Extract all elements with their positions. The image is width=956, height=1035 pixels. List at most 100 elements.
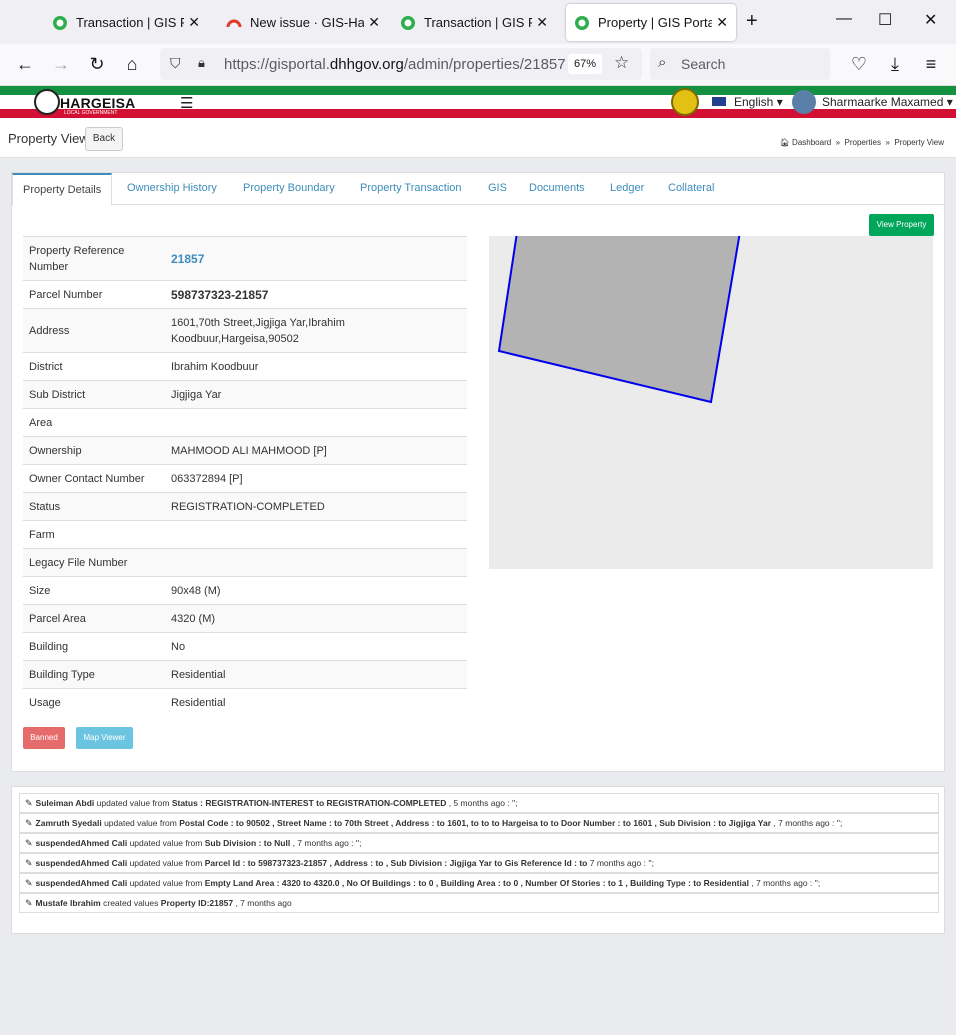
shield-icon[interactable]: ⛉	[170, 55, 181, 72]
browser-tab-1[interactable]: Transaction | GIS Portal ✕	[44, 4, 208, 41]
tab-ledger[interactable]: Ledger	[610, 182, 644, 194]
zoom-badge[interactable]: 67%	[568, 54, 602, 74]
log-time: , 7 months ago : '';	[773, 818, 843, 828]
maximize-icon[interactable]: ☐	[878, 10, 892, 30]
avatar[interactable]	[792, 90, 816, 114]
edit-icon: ✎	[25, 798, 33, 808]
map-viewer-button[interactable]: Map Viewer	[76, 727, 133, 749]
log-verb: created values	[103, 898, 159, 908]
language-selector[interactable]: English ▾	[712, 95, 783, 109]
log-detail: Sub Division : to Null	[204, 838, 291, 848]
browser-tab-title: Property | GIS Portal	[598, 15, 713, 30]
log-user: Suleiman Abdi	[35, 798, 95, 808]
gitlab-favicon-icon	[226, 19, 242, 27]
logo-icon[interactable]	[34, 89, 60, 115]
browser-nav-bar: ← → ↻ ⌂ ⛉ 🔒︎ https://gisportal.dhhgov.or…	[0, 44, 956, 86]
row-value	[165, 521, 467, 549]
gis-favicon-icon	[53, 15, 67, 30]
parcel-boundary-svg	[497, 236, 741, 404]
close-tab-icon[interactable]: ✕	[368, 14, 380, 31]
table-row: Usage Residential	[23, 688, 467, 717]
gis-favicon-icon	[575, 15, 589, 30]
log-detail: Parcel Id : to 598737323-21857 , Address…	[204, 858, 588, 868]
close-tab-icon[interactable]: ✕	[188, 14, 200, 31]
tab-property-transaction[interactable]: Property Transaction	[360, 182, 462, 194]
table-row: Area	[23, 408, 467, 437]
new-tab-icon[interactable]: +	[746, 10, 758, 33]
row-value: Residential	[171, 668, 226, 681]
log-user: Mustafe Ibrahim	[35, 898, 101, 908]
parcel-polygon[interactable]	[497, 236, 741, 404]
log-detail: Property ID:21857	[160, 898, 234, 908]
menu-icon[interactable]: ≡	[920, 54, 942, 75]
site-logo-text[interactable]: HARGEISA	[60, 95, 136, 111]
tab-documents[interactable]: Documents	[529, 182, 585, 194]
browser-tab-active[interactable]: Property | GIS Portal ✕	[566, 4, 736, 41]
browser-tab-3[interactable]: Transaction | GIS Portal ✕	[392, 4, 556, 41]
edit-icon: ✎	[25, 818, 33, 828]
list-item: ✎ suspendedAhmed Cali updated value from …	[19, 833, 939, 853]
pocket-icon[interactable]: ♡	[848, 54, 870, 75]
row-value	[165, 409, 467, 437]
breadcrumb-dashboard[interactable]: Dashboard	[792, 138, 831, 147]
banned-button[interactable]: Banned	[23, 727, 65, 749]
property-tabs: Property Details Ownership History Prope…	[12, 173, 944, 206]
list-item: ✎ Suleiman Abdi updated value from Status…	[19, 793, 939, 813]
log-verb: updated value from	[96, 798, 170, 808]
lock-icon[interactable]: 🔒︎	[198, 55, 205, 71]
user-menu[interactable]: Sharmaarke Maxamed ▾	[822, 95, 953, 109]
row-value: REGISTRATION-COMPLETED	[171, 500, 325, 513]
reload-icon[interactable]: ↻	[86, 54, 108, 75]
minimize-icon[interactable]: —	[836, 10, 852, 28]
tab-ownership-history[interactable]: Ownership History	[127, 182, 217, 194]
gis-favicon-icon	[401, 15, 415, 30]
row-value: 1601,70th Street,Jigjiga Yar,Ibrahim Koo…	[171, 316, 345, 345]
breadcrumb: 🏠︎ Dashboard » Properties » Property Vie…	[779, 138, 944, 147]
list-item: ✎ Mustafe Ibrahim created values Property…	[19, 893, 939, 913]
property-reference-link[interactable]: 21857	[165, 237, 467, 281]
url-prefix: https://gisportal.	[224, 56, 330, 73]
url-bar[interactable]: ⛉ 🔒︎ https://gisportal.dhhgov.org/admin/…	[160, 48, 642, 80]
url-text[interactable]: https://gisportal.dhhgov.org/admin/prope…	[224, 56, 566, 73]
hamburger-menu-icon[interactable]: ☰	[180, 94, 193, 112]
row-value: 598737323-21857	[171, 287, 269, 302]
language-label: English	[734, 95, 774, 109]
search-field[interactable]: ⌕ Search	[650, 48, 830, 80]
window-close-icon[interactable]: ✕	[924, 10, 937, 30]
url-domain: dhhgov.org	[329, 56, 404, 73]
forward-arrow-icon[interactable]: →	[50, 54, 72, 75]
back-arrow-icon[interactable]: ←	[14, 54, 36, 75]
breadcrumb-properties[interactable]: Properties	[845, 138, 881, 147]
search-placeholder: Search	[681, 56, 726, 72]
tab-property-details[interactable]: Property Details	[12, 173, 113, 206]
log-detail: Postal Code : to 90502 , Street Name : t…	[179, 818, 772, 828]
tab-gis[interactable]: GIS	[488, 182, 507, 194]
row-label: Address	[29, 324, 70, 337]
close-tab-icon[interactable]: ✕	[716, 14, 728, 31]
parcel-map[interactable]	[489, 236, 933, 569]
close-tab-icon[interactable]: ✕	[536, 14, 548, 31]
back-button[interactable]: Back	[85, 127, 123, 151]
tab-collateral[interactable]: Collateral	[668, 182, 714, 194]
browser-tab-2[interactable]: New issue · GIS-Hargeisa ✕	[218, 4, 388, 41]
row-label: Farm	[29, 528, 55, 541]
log-verb: updated value from	[104, 818, 177, 828]
page-title: Property View	[8, 131, 89, 146]
row-value: No	[171, 640, 186, 653]
table-row: Parcel Number 598737323-21857	[23, 280, 467, 309]
row-label: Usage	[29, 696, 61, 709]
home-icon[interactable]: ⌂	[121, 54, 143, 75]
download-icon[interactable]: ⤓	[884, 54, 906, 75]
table-row: Status REGISTRATION-COMPLETED	[23, 492, 467, 521]
view-property-button[interactable]: View Property	[869, 214, 934, 236]
activity-log: ✎ Suleiman Abdi updated value from Status…	[11, 786, 945, 934]
row-label: Legacy File Number	[29, 556, 128, 569]
edit-icon: ✎	[25, 838, 33, 848]
table-row: Size 90x48 (M)	[23, 576, 467, 605]
tab-property-boundary[interactable]: Property Boundary	[243, 182, 335, 194]
url-path: /admin/properties/21857	[403, 56, 566, 73]
bookmark-star-icon[interactable]: ☆	[614, 53, 629, 73]
row-label: Sub District	[29, 388, 86, 401]
table-row: Building No	[23, 632, 467, 661]
user-name: Sharmaarke Maxamed	[822, 95, 944, 109]
